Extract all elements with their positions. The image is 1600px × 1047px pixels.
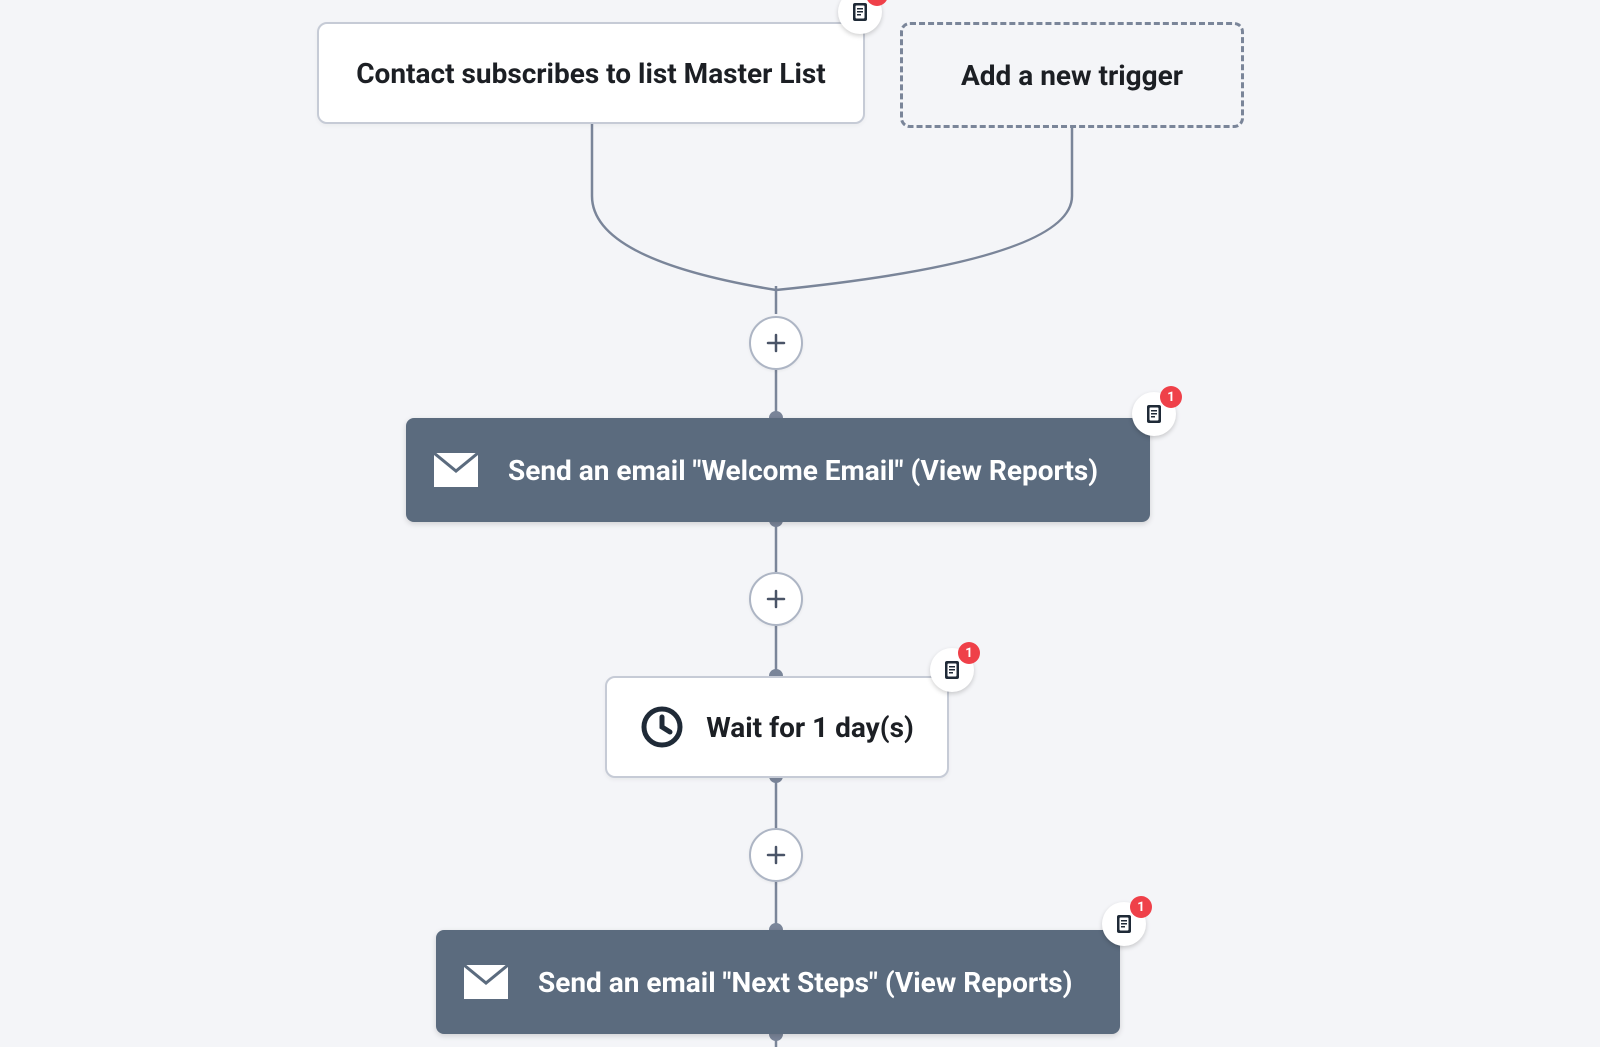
action-label: Send an email "Welcome Email" (View Repo… bbox=[508, 454, 1098, 487]
plus-icon bbox=[765, 844, 787, 866]
trigger-card-subscribes[interactable]: Contact subscribes to list Master List bbox=[317, 22, 865, 124]
action-card-send-next-steps[interactable]: Send an email "Next Steps" (View Reports… bbox=[436, 930, 1120, 1034]
notes-count: 1 bbox=[1160, 386, 1182, 408]
wait-card-1day[interactable]: Wait for 1 day(s) bbox=[605, 676, 949, 778]
add-trigger-label: Add a new trigger bbox=[961, 59, 1183, 92]
clipboard-icon bbox=[1144, 403, 1164, 425]
clipboard-icon bbox=[942, 659, 962, 681]
add-step-button-1[interactable] bbox=[749, 316, 803, 370]
notes-count: 1 bbox=[1130, 896, 1152, 918]
plus-icon bbox=[765, 332, 787, 354]
notes-badge-wait[interactable]: 1 bbox=[930, 648, 974, 692]
clipboard-icon bbox=[850, 1, 870, 23]
wait-label: Wait for 1 day(s) bbox=[706, 711, 914, 744]
notes-badge-next-steps[interactable]: 1 bbox=[1102, 902, 1146, 946]
envelope-icon bbox=[434, 453, 478, 487]
action-card-send-welcome[interactable]: Send an email "Welcome Email" (View Repo… bbox=[406, 418, 1150, 522]
envelope-icon bbox=[464, 965, 508, 999]
trigger-label: Contact subscribes to list Master List bbox=[356, 57, 826, 90]
add-step-button-3[interactable] bbox=[749, 828, 803, 882]
notes-count: 1 bbox=[958, 642, 980, 664]
plus-icon bbox=[765, 588, 787, 610]
clipboard-icon bbox=[1114, 913, 1134, 935]
action-label: Send an email "Next Steps" (View Reports… bbox=[538, 966, 1073, 999]
notes-badge-welcome[interactable]: 1 bbox=[1132, 392, 1176, 436]
flow-connectors bbox=[0, 0, 1600, 1047]
add-trigger-button[interactable]: Add a new trigger bbox=[900, 22, 1244, 128]
add-step-button-2[interactable] bbox=[749, 572, 803, 626]
clock-icon bbox=[640, 705, 684, 749]
